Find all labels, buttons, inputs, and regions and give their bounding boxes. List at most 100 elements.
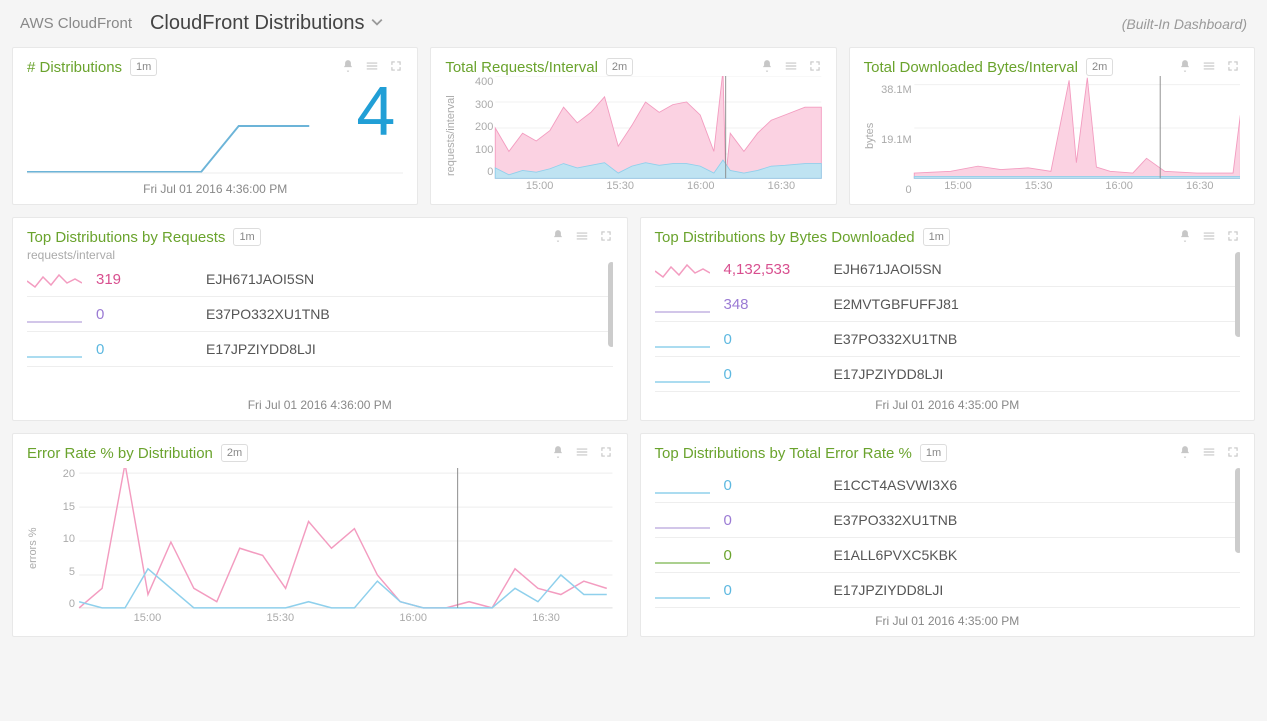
menu-icon[interactable] bbox=[784, 59, 798, 76]
y-axis-label: bytes bbox=[864, 76, 876, 196]
sparkline-icon bbox=[27, 269, 82, 289]
expand-icon[interactable] bbox=[1226, 59, 1240, 76]
x-ticks: 15:00 15:30 16:00 16:30 bbox=[876, 180, 1240, 196]
list-item-label: E1ALL6PVXC5KBK bbox=[834, 547, 958, 563]
page-title[interactable]: CloudFront Distributions bbox=[150, 12, 365, 35]
list-item-value: 0 bbox=[724, 366, 834, 383]
widget-top-requests: Top Distributions by Requests 1m request… bbox=[12, 217, 628, 421]
sparkline-icon bbox=[655, 545, 710, 565]
sparkline-icon bbox=[655, 294, 710, 314]
sparkline-icon bbox=[655, 364, 710, 384]
dist-count-spark bbox=[27, 106, 403, 176]
top-bytes-list: 4,132,533EJH671JAOI5SN348E2MVTGBFUFFJ810… bbox=[655, 252, 1241, 392]
bell-icon[interactable] bbox=[760, 59, 774, 76]
expand-icon[interactable] bbox=[599, 445, 613, 462]
requests-chart[interactable]: 400 300 200 100 0 bbox=[457, 76, 821, 180]
sparkline-icon bbox=[655, 329, 710, 349]
sparkline-icon bbox=[27, 339, 82, 359]
widget-title: Total Requests/Interval bbox=[445, 59, 598, 76]
x-ticks: 15:00 15:30 16:00 16:30 bbox=[39, 612, 613, 628]
widget-title: Top Distributions by Requests bbox=[27, 229, 225, 246]
list-item-value: 0 bbox=[96, 306, 206, 323]
list-item-value: 0 bbox=[96, 341, 206, 358]
sparkline-icon bbox=[27, 304, 82, 324]
sparkline-icon bbox=[655, 475, 710, 495]
page-header: AWS CloudFront CloudFront Distributions … bbox=[0, 0, 1267, 47]
list-item[interactable]: 319EJH671JAOI5SN bbox=[27, 262, 613, 297]
top-requests-list: 319EJH671JAOI5SN0E37PO332XU1TNB0E17JPZIY… bbox=[27, 262, 613, 392]
list-item-label: E37PO332XU1TNB bbox=[834, 331, 958, 347]
menu-icon[interactable] bbox=[1202, 59, 1216, 76]
widget-subtitle: requests/interval bbox=[27, 248, 613, 262]
list-item[interactable]: 0E1ALL6PVXC5KBK bbox=[655, 538, 1241, 573]
menu-icon[interactable] bbox=[575, 229, 589, 246]
widget-total-requests: Total Requests/Interval 2m requests/inte… bbox=[430, 47, 836, 205]
list-item-value: 0 bbox=[724, 512, 834, 529]
bell-icon[interactable] bbox=[1178, 229, 1192, 246]
widget-timestamp: Fri Jul 01 2016 4:36:00 PM bbox=[27, 182, 403, 196]
expand-icon[interactable] bbox=[808, 59, 822, 76]
list-item[interactable]: 0E37PO332XU1TNB bbox=[655, 322, 1241, 357]
list-item-value: 4,132,533 bbox=[724, 261, 834, 278]
interval-badge[interactable]: 2m bbox=[221, 444, 248, 462]
top-error-list: 0E1CCT4ASVWI3X60E37PO332XU1TNB0E1ALL6PVX… bbox=[655, 468, 1241, 608]
expand-icon[interactable] bbox=[1226, 229, 1240, 246]
widget-total-bytes: Total Downloaded Bytes/Interval 2m bytes… bbox=[849, 47, 1255, 205]
widget-timestamp: Fri Jul 01 2016 4:35:00 PM bbox=[655, 398, 1241, 412]
chevron-down-icon[interactable] bbox=[371, 16, 383, 31]
bytes-chart[interactable]: 38.1M 19.1M 0 bbox=[876, 76, 1240, 180]
interval-badge[interactable]: 2m bbox=[606, 58, 633, 76]
bell-icon[interactable] bbox=[551, 445, 565, 462]
interval-badge[interactable]: 1m bbox=[923, 228, 950, 246]
list-item-label: E17JPZIYDD8LJI bbox=[206, 341, 316, 357]
list-item-label: E17JPZIYDD8LJI bbox=[834, 582, 944, 598]
bell-icon[interactable] bbox=[1178, 445, 1192, 462]
menu-icon[interactable] bbox=[575, 445, 589, 462]
expand-icon[interactable] bbox=[599, 229, 613, 246]
widget-timestamp: Fri Jul 01 2016 4:35:00 PM bbox=[655, 614, 1241, 628]
list-item[interactable]: 0E17JPZIYDD8LJI bbox=[27, 332, 613, 367]
widget-dist-count: # Distributions 1m 4 Fri Jul 01 2016 4:3… bbox=[12, 47, 418, 205]
bell-icon[interactable] bbox=[551, 229, 565, 246]
list-item-label: E2MVTGBFUFFJ81 bbox=[834, 296, 959, 312]
list-item[interactable]: 0E17JPZIYDD8LJI bbox=[655, 573, 1241, 608]
list-item[interactable]: 0E37PO332XU1TNB bbox=[655, 503, 1241, 538]
y-axis-label: errors % bbox=[27, 468, 39, 628]
expand-icon[interactable] bbox=[1226, 445, 1240, 462]
scrollbar[interactable] bbox=[1235, 468, 1240, 553]
interval-badge[interactable]: 1m bbox=[130, 58, 157, 76]
sparkline-icon bbox=[655, 510, 710, 530]
widget-top-error: Top Distributions by Total Error Rate % … bbox=[640, 433, 1256, 637]
bell-icon[interactable] bbox=[341, 59, 355, 76]
list-item[interactable]: 0E1CCT4ASVWI3X6 bbox=[655, 468, 1241, 503]
scrollbar[interactable] bbox=[1235, 252, 1240, 337]
widget-timestamp: Fri Jul 01 2016 4:36:00 PM bbox=[27, 398, 613, 412]
interval-badge[interactable]: 2m bbox=[1086, 58, 1113, 76]
bell-icon[interactable] bbox=[1178, 59, 1192, 76]
list-item[interactable]: 0E37PO332XU1TNB bbox=[27, 297, 613, 332]
list-item-value: 348 bbox=[724, 296, 834, 313]
widget-title: Top Distributions by Total Error Rate % bbox=[655, 445, 912, 462]
list-item[interactable]: 0E17JPZIYDD8LJI bbox=[655, 357, 1241, 392]
list-item-value: 0 bbox=[724, 331, 834, 348]
error-rate-chart[interactable]: 20 15 10 5 0 bbox=[39, 468, 613, 612]
widget-error-rate: Error Rate % by Distribution 2m errors %… bbox=[12, 433, 628, 637]
menu-icon[interactable] bbox=[1202, 445, 1216, 462]
interval-badge[interactable]: 1m bbox=[920, 444, 947, 462]
scrollbar[interactable] bbox=[608, 262, 613, 347]
list-item-value: 319 bbox=[96, 271, 206, 288]
list-item[interactable]: 4,132,533EJH671JAOI5SN bbox=[655, 252, 1241, 287]
list-item-label: EJH671JAOI5SN bbox=[834, 261, 942, 277]
list-item-label: E17JPZIYDD8LJI bbox=[834, 366, 944, 382]
menu-icon[interactable] bbox=[1202, 229, 1216, 246]
list-item[interactable]: 348E2MVTGBFUFFJ81 bbox=[655, 287, 1241, 322]
builtin-dashboard-label: (Built-In Dashboard) bbox=[1122, 16, 1247, 32]
widget-title: Top Distributions by Bytes Downloaded bbox=[655, 229, 915, 246]
widget-title: # Distributions bbox=[27, 59, 122, 76]
list-item-value: 0 bbox=[724, 582, 834, 599]
interval-badge[interactable]: 1m bbox=[233, 228, 260, 246]
sparkline-icon bbox=[655, 580, 710, 600]
widget-title: Total Downloaded Bytes/Interval bbox=[864, 59, 1078, 76]
x-ticks: 15:00 15:30 16:00 16:30 bbox=[457, 180, 821, 196]
list-item-value: 0 bbox=[724, 477, 834, 494]
